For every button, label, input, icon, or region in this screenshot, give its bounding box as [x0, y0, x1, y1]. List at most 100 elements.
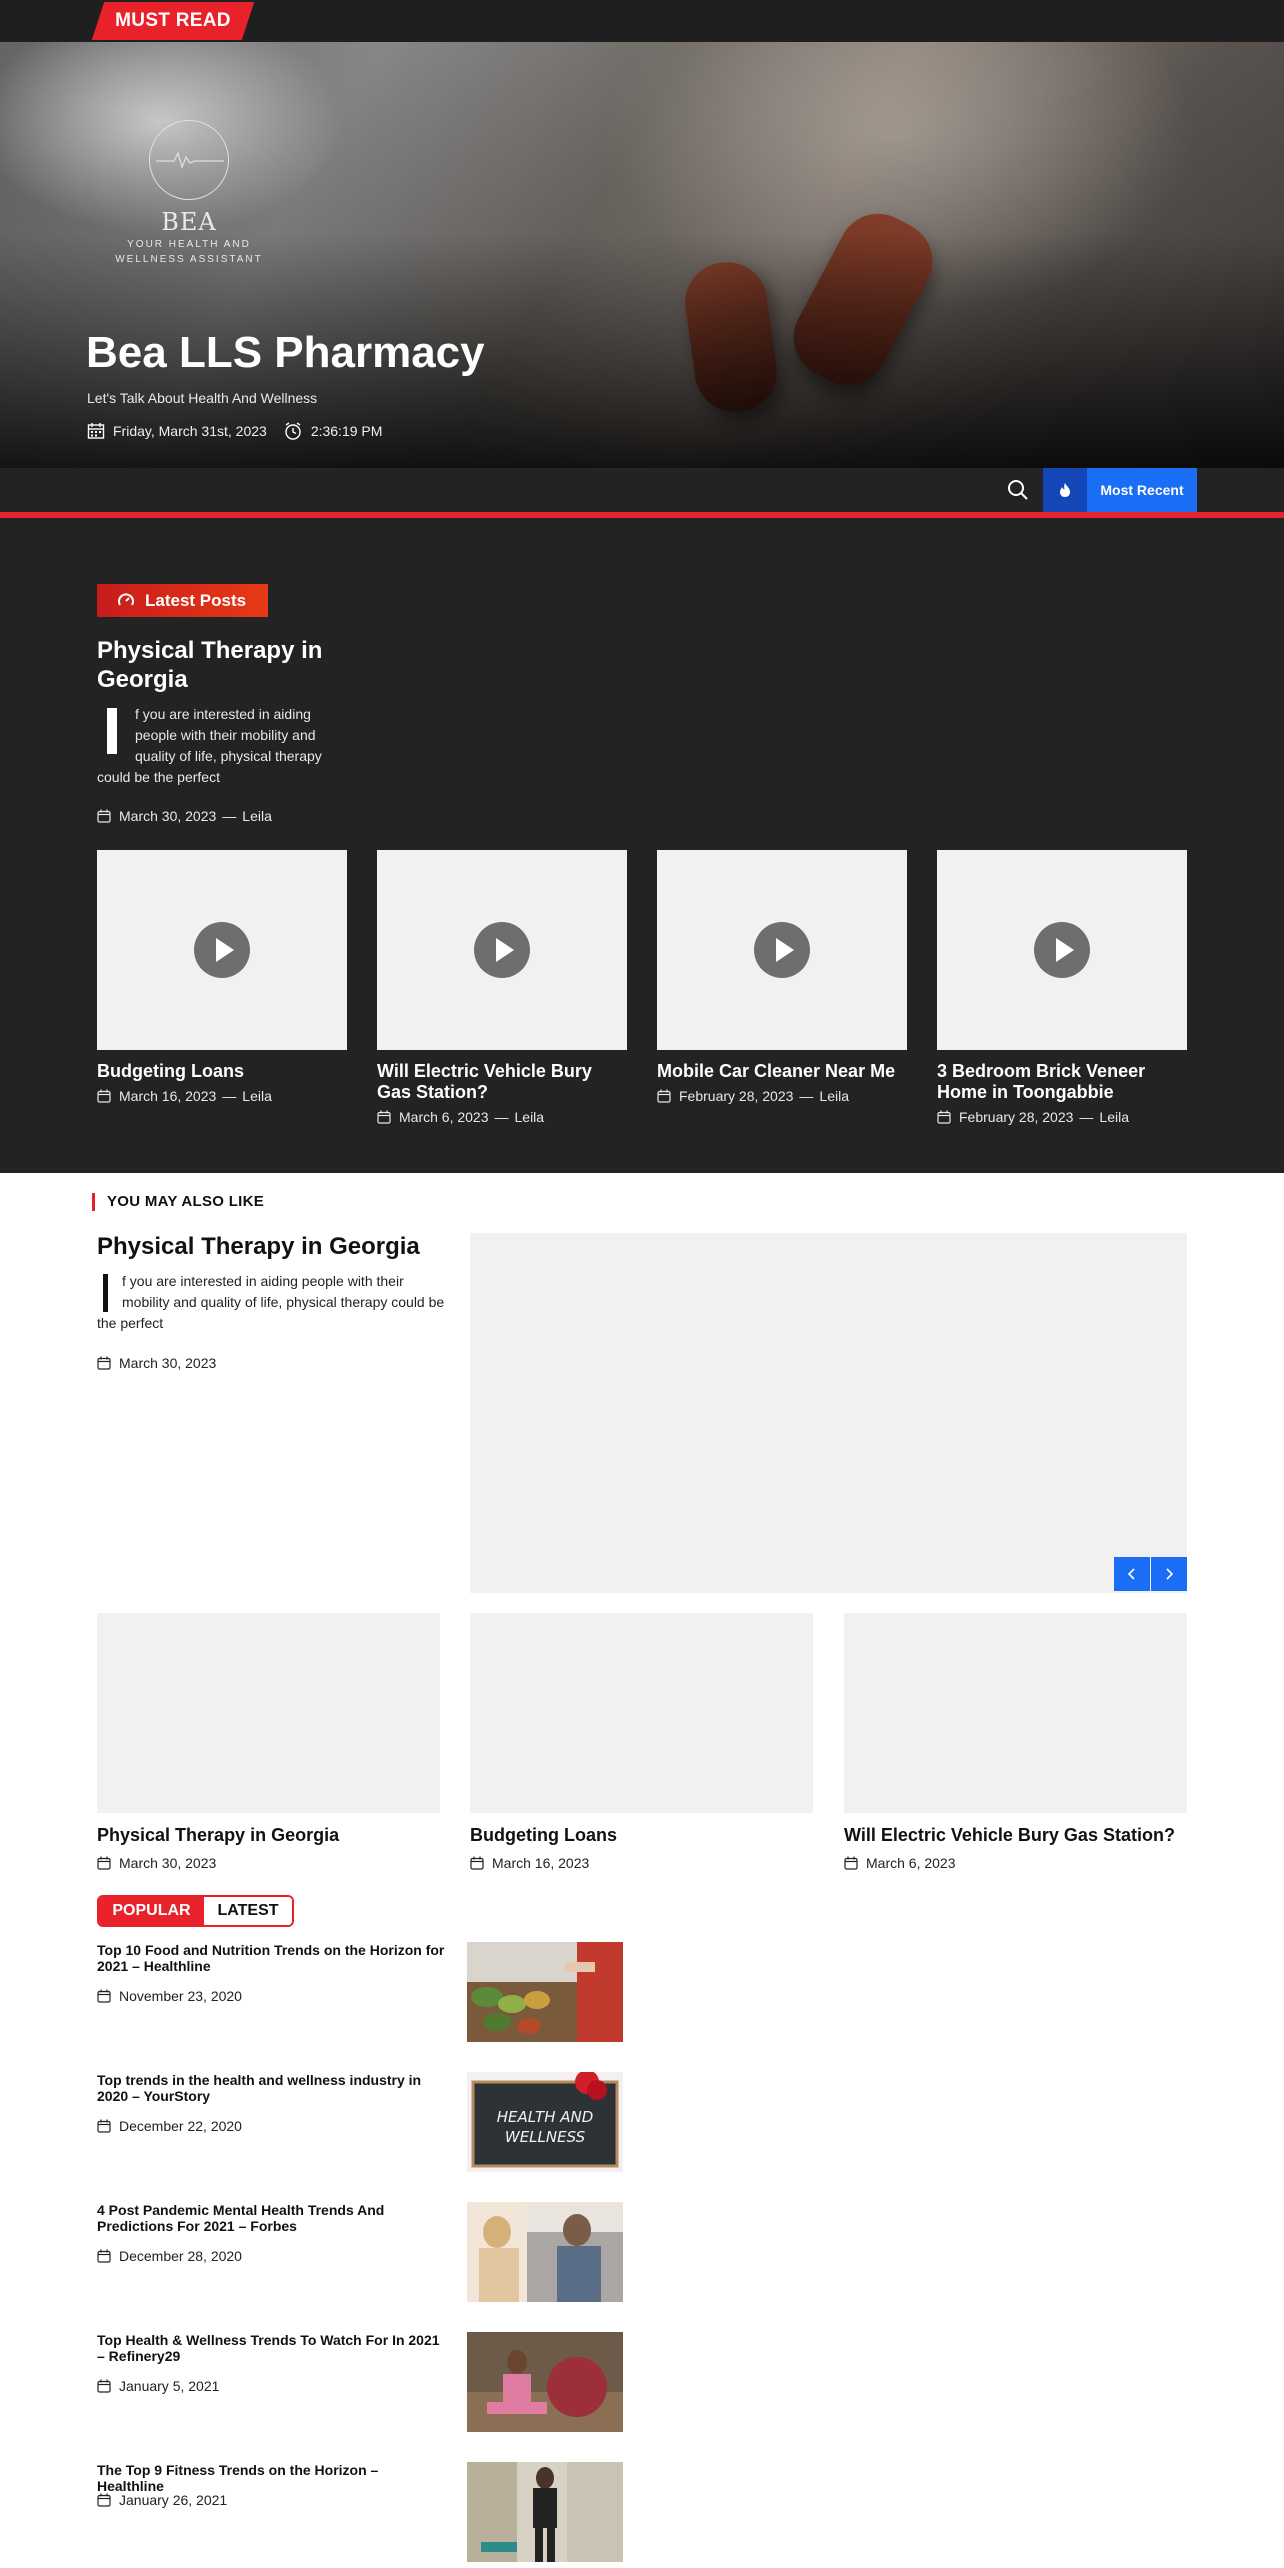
calendar-icon — [97, 2493, 111, 2507]
post-meta: December 22, 2020 — [97, 2118, 242, 2134]
calendar-icon — [657, 1089, 671, 1103]
post-title[interactable]: Mobile Car Cleaner Near Me — [657, 1061, 907, 1082]
post-title[interactable]: The Top 9 Fitness Trends on the Horizon … — [97, 2462, 447, 2494]
post-date[interactable]: November 23, 2020 — [119, 1988, 242, 2004]
featured-post-title[interactable]: Physical Therapy in Georgia — [97, 636, 357, 694]
post-thumbnail[interactable] — [97, 850, 347, 1050]
calendar-icon — [97, 2119, 111, 2133]
site-logo[interactable]: BEA YOUR HEALTH AND WELLNESS ASSISTANT — [104, 120, 274, 266]
post-date[interactable]: March 30, 2023 — [119, 1355, 216, 1371]
post-thumbnail[interactable] — [657, 850, 907, 1050]
play-icon[interactable] — [194, 922, 250, 978]
svg-text:WELLNESS: WELLNESS — [505, 2128, 586, 2146]
post-thumbnail[interactable] — [844, 1613, 1187, 1813]
post-meta: March 16, 2023 — Leila — [97, 1088, 347, 1104]
logo-tagline: YOUR HEALTH AND — [127, 239, 251, 250]
post-date[interactable]: March 6, 2023 — [866, 1855, 956, 1871]
post-thumbnail[interactable] — [97, 1613, 440, 1813]
post-thumbnail[interactable] — [467, 2462, 623, 2562]
post-title[interactable]: Top Health & Wellness Trends To Watch Fo… — [97, 2332, 447, 2364]
post-card[interactable]: Physical Therapy in Georgia March 30, 20… — [97, 1613, 440, 1871]
calendar-icon — [97, 1356, 111, 1370]
post-meta: March 16, 2023 — [470, 1855, 813, 1871]
post-thumbnail[interactable] — [467, 2202, 623, 2302]
calendar-icon — [470, 1856, 484, 1870]
post-thumbnail[interactable] — [470, 1613, 813, 1813]
post-card[interactable]: Budgeting Loans March 16, 2023 — Leila — [97, 850, 347, 1104]
featured-post-title[interactable]: Physical Therapy in Georgia — [97, 1233, 420, 1261]
post-date[interactable]: December 28, 2020 — [119, 2248, 242, 2264]
post-date[interactable]: March 16, 2023 — [119, 1088, 216, 1104]
play-icon[interactable] — [1034, 922, 1090, 978]
post-date[interactable]: December 22, 2020 — [119, 2118, 242, 2134]
post-title[interactable]: Will Electric Vehicle Bury Gas Station? — [844, 1825, 1187, 1846]
post-title[interactable]: Will Electric Vehicle Bury Gas Station? — [377, 1061, 627, 1103]
list-item[interactable]: Top Health & Wellness Trends To Watch Fo… — [97, 2332, 625, 2432]
current-time: 2:36:19 PM — [310, 423, 383, 439]
post-author[interactable]: Leila — [242, 808, 272, 824]
hero-banner: BEA YOUR HEALTH AND WELLNESS ASSISTANT B… — [0, 42, 1284, 468]
fire-icon[interactable] — [1043, 468, 1087, 512]
post-title[interactable]: Top trends in the health and wellness in… — [97, 2072, 447, 2104]
chevron-left-icon[interactable] — [1114, 1557, 1150, 1591]
featured-image[interactable] — [470, 1233, 1187, 1593]
post-card[interactable]: Will Electric Vehicle Bury Gas Station? … — [844, 1613, 1187, 1871]
post-author[interactable]: Leila — [515, 1109, 545, 1125]
post-title[interactable]: Physical Therapy in Georgia — [97, 1825, 440, 1846]
heartbeat-icon — [149, 120, 229, 200]
section-heading: YOU MAY ALSO LIKE — [92, 1193, 264, 1211]
post-card[interactable]: Budgeting Loans March 16, 2023 — [470, 1613, 813, 1871]
post-thumbnail[interactable] — [937, 850, 1187, 1050]
site-title[interactable]: Bea LLS Pharmacy — [86, 328, 485, 378]
drop-cap — [107, 708, 117, 754]
featured-post-meta: March 30, 2023 — [97, 1355, 216, 1371]
must-read-label: MUST READ — [115, 10, 231, 31]
post-author[interactable]: Leila — [819, 1088, 849, 1104]
post-date[interactable]: March 30, 2023 — [119, 1855, 216, 1871]
search-icon[interactable] — [1006, 478, 1030, 507]
post-title[interactable]: Top 10 Food and Nutrition Trends on the … — [97, 1942, 447, 1974]
list-item[interactable]: Top trends in the health and wellness in… — [97, 2072, 625, 2172]
post-date[interactable]: March 30, 2023 — [119, 808, 216, 824]
chevron-right-icon[interactable] — [1151, 1557, 1187, 1591]
top-strip: MUST READ — [0, 0, 1284, 42]
post-author[interactable]: Leila — [1099, 1109, 1129, 1125]
post-thumbnail[interactable] — [467, 1942, 623, 2042]
post-date[interactable]: January 26, 2021 — [119, 2492, 227, 2508]
post-thumbnail[interactable]: HEALTH AND WELLNESS — [467, 2072, 623, 2172]
tab-latest[interactable]: LATEST — [204, 1897, 292, 1925]
post-date[interactable]: January 5, 2021 — [119, 2378, 219, 2394]
post-date[interactable]: March 16, 2023 — [492, 1855, 589, 1871]
must-read-badge[interactable]: MUST READ — [91, 2, 255, 40]
clock-icon — [283, 421, 303, 441]
play-icon[interactable] — [474, 922, 530, 978]
post-title[interactable]: Budgeting Loans — [470, 1825, 813, 1846]
post-title[interactable]: Budgeting Loans — [97, 1061, 347, 1082]
latest-posts-label: Latest Posts — [145, 590, 247, 610]
post-thumbnail[interactable] — [377, 850, 627, 1050]
calendar-icon — [97, 2249, 111, 2263]
main-navbar: Most Recent — [0, 468, 1284, 518]
post-card[interactable]: 3 Bedroom Brick Veneer Home in Toongabbi… — [937, 850, 1187, 1125]
play-icon[interactable] — [754, 922, 810, 978]
post-thumbnail[interactable] — [467, 2332, 623, 2432]
post-date[interactable]: March 6, 2023 — [399, 1109, 489, 1125]
post-author[interactable]: Leila — [242, 1088, 272, 1104]
logo-name: BEA — [161, 208, 217, 236]
post-title[interactable]: 3 Bedroom Brick Veneer Home in Toongabbi… — [937, 1061, 1187, 1103]
post-card[interactable]: Will Electric Vehicle Bury Gas Station? … — [377, 850, 627, 1125]
list-item[interactable]: 4 Post Pandemic Mental Health Trends And… — [97, 2202, 625, 2302]
post-title[interactable]: 4 Post Pandemic Mental Health Trends And… — [97, 2202, 447, 2234]
calendar-icon — [97, 1856, 111, 1870]
post-meta: March 6, 2023 — Leila — [377, 1109, 627, 1125]
post-meta: November 23, 2020 — [97, 1988, 242, 2004]
most-recent-button[interactable]: Most Recent — [1087, 468, 1197, 512]
post-date[interactable]: February 28, 2023 — [679, 1088, 793, 1104]
list-item[interactable]: The Top 9 Fitness Trends on the Horizon … — [97, 2462, 625, 2562]
tab-popular[interactable]: POPULAR — [99, 1897, 204, 1925]
post-date[interactable]: February 28, 2023 — [959, 1109, 1073, 1125]
post-meta: February 28, 2023 — Leila — [657, 1088, 907, 1104]
list-item[interactable]: Top 10 Food and Nutrition Trends on the … — [97, 1942, 625, 2042]
post-meta: January 26, 2021 — [97, 2492, 227, 2508]
post-card[interactable]: Mobile Car Cleaner Near Me February 28, … — [657, 850, 907, 1104]
